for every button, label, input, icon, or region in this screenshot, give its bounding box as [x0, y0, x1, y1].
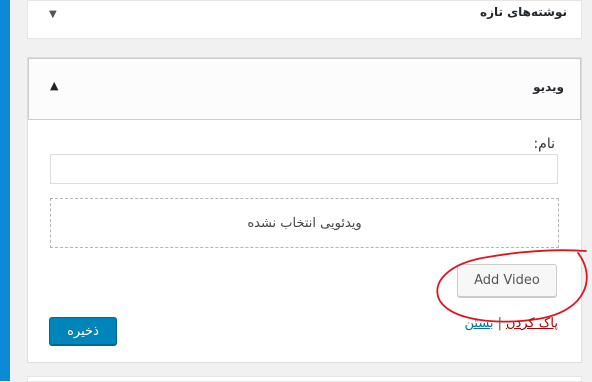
video-widget: ▲ ویدیو نام: ویدئویی انتخاب نشده Add Vid… — [27, 57, 588, 363]
name-label: نام: — [533, 136, 555, 152]
delete-link[interactable]: پاک کردن — [506, 316, 558, 331]
next-widget[interactable] — [27, 376, 582, 382]
chevron-down-icon[interactable]: ▼ — [49, 9, 57, 20]
no-video-text: ویدئویی انتخاب نشده — [247, 215, 362, 231]
recent-posts-title: نوشته‌های تازه — [479, 5, 567, 19]
chevron-up-icon[interactable]: ▲ — [50, 79, 58, 92]
link-separator: | — [497, 316, 502, 331]
widget-control-links: پاک کردن |بستن — [465, 316, 558, 331]
video-widget-header[interactable]: ▲ ویدیو — [28, 58, 581, 120]
close-link[interactable]: بستن — [465, 316, 494, 331]
name-input[interactable] — [50, 154, 558, 184]
video-placeholder: ویدئویی انتخاب نشده — [50, 198, 559, 248]
recent-posts-widget[interactable]: ▼ نوشته‌های تازه — [27, 0, 582, 39]
frame-edge — [0, 0, 10, 381]
add-video-button[interactable]: Add Video — [457, 264, 557, 297]
save-button[interactable]: ذخیره — [49, 317, 117, 345]
video-widget-title: ویدیو — [533, 80, 564, 94]
